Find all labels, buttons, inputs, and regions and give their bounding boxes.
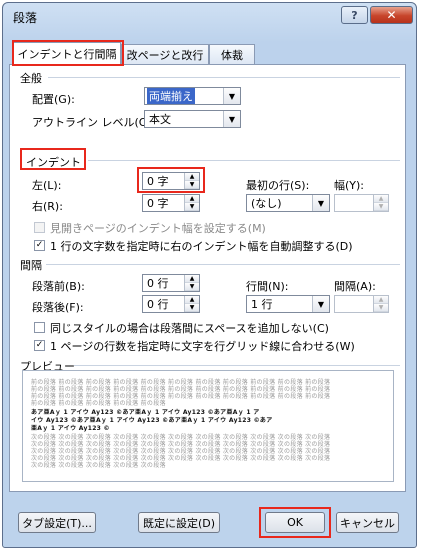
tab-settings-button[interactable]: タブ設定(T)...: [18, 512, 96, 533]
left-indent-spinner[interactable]: ▲ ▼: [184, 173, 199, 189]
spacing-at-spinner[interactable]: ▲ ▼: [373, 296, 388, 312]
mirror-indent-checkbox[interactable]: [34, 222, 45, 233]
preview-next-line: 次の段落 次の段落 次の段落 次の段落 次の段落: [31, 462, 166, 469]
spin-up-icon: ▲: [374, 195, 388, 203]
indent-heading: インデント: [26, 156, 81, 169]
left-indent-label: 左(L):: [32, 179, 62, 192]
spin-up-icon: ▲: [185, 296, 199, 304]
divider: [46, 264, 400, 265]
spacing-at-label: 間隔(A):: [334, 280, 376, 293]
preview-prev-line: 前の段落 前の段落 前の段落 前の段落 前の段落: [31, 400, 166, 407]
left-indent-input[interactable]: 0 字 ▲ ▼: [142, 172, 200, 190]
chevron-down-icon: ▼: [223, 111, 240, 127]
preview-sample-line: あア亜Aｙ 1 アイウ Ay123 ©あア亜Aｙ 1 アイウ Ay123 ©あア…: [31, 409, 260, 416]
space-before-input[interactable]: 0 行 ▲ ▼: [142, 274, 200, 292]
spin-down-icon: ▼: [185, 181, 199, 189]
width-input[interactable]: ▲ ▼: [334, 194, 389, 212]
preview-next-line: 次の段落 次の段落 次の段落 次の段落 次の段落 次の段落 次の段落 次の段落 …: [31, 434, 331, 441]
right-indent-spinner[interactable]: ▲ ▼: [184, 195, 199, 211]
spacing-heading: 間隔: [20, 259, 42, 272]
spin-up-icon: ▲: [185, 173, 199, 181]
window-title: 段落: [13, 11, 38, 25]
auto-adjust-label: 1 行の文字数を指定時に右のインデント幅を自動調整する(D): [50, 240, 353, 253]
chevron-down-icon: ▼: [312, 296, 329, 312]
space-before-value: 0 行: [147, 277, 169, 290]
ok-button[interactable]: OK: [265, 512, 325, 533]
cancel-button[interactable]: キャンセル: [336, 512, 399, 533]
help-icon: ?: [351, 8, 358, 22]
chevron-down-icon: ▼: [312, 195, 329, 211]
general-heading: 全般: [20, 72, 42, 85]
space-after-spinner[interactable]: ▲ ▼: [184, 296, 199, 312]
spin-down-icon: ▼: [185, 283, 199, 291]
width-spinner[interactable]: ▲ ▼: [373, 195, 388, 211]
space-before-spinner[interactable]: ▲ ▼: [184, 275, 199, 291]
preview-next-line: 次の段落 次の段落 次の段落 次の段落 次の段落 次の段落 次の段落 次の段落 …: [31, 441, 331, 448]
space-before-label: 段落前(B):: [32, 280, 85, 293]
close-button[interactable]: ✕: [370, 6, 413, 24]
space-after-input[interactable]: 0 行 ▲ ▼: [142, 295, 200, 313]
help-button[interactable]: ?: [341, 6, 368, 24]
snap-to-grid-checkbox[interactable]: ✓: [34, 340, 45, 351]
outline-level-value: 本文: [149, 113, 171, 126]
auto-adjust-checkbox[interactable]: ✓: [34, 240, 45, 251]
preview-prev-line: 前の段落 前の段落 前の段落 前の段落 前の段落 前の段落 前の段落 前の段落 …: [31, 393, 331, 400]
tab-label: 改ページと改行: [126, 48, 204, 62]
no-space-same-style-checkbox[interactable]: [34, 322, 45, 333]
alignment-value: 両端揃え: [147, 88, 195, 104]
preview-sample-line: イウ Ay123 ©あア亜Aｙ 1 アイウ Ay123 ©あア亜Aｙ 1 アイウ…: [31, 417, 273, 424]
spin-up-icon: ▲: [185, 275, 199, 283]
right-indent-input[interactable]: 0 字 ▲ ▼: [142, 194, 200, 212]
line-spacing-select[interactable]: 1 行 ▼: [246, 295, 330, 313]
spin-down-icon: ▼: [374, 304, 388, 312]
preview-sample-line: 亜Aｙ 1 アイウ Ay123 ©: [31, 425, 110, 432]
preview-box: 前の段落 前の段落 前の段落 前の段落 前の段落 前の段落 前の段落 前の段落 …: [22, 370, 394, 482]
preview-prev-line: 前の段落 前の段落 前の段落 前の段落 前の段落 前の段落 前の段落 前の段落 …: [31, 386, 331, 393]
divider: [48, 77, 400, 78]
right-indent-value: 0 字: [147, 197, 169, 210]
spacing-at-input[interactable]: ▲ ▼: [334, 295, 389, 313]
tab-label: インデントと行間隔: [17, 48, 117, 61]
tab-indent-spacing[interactable]: インデントと行間隔: [13, 42, 121, 65]
outline-level-select[interactable]: 本文 ▼: [144, 110, 241, 128]
line-spacing-value: 1 行: [251, 298, 273, 311]
first-line-select[interactable]: (なし) ▼: [246, 194, 330, 212]
space-after-label: 段落後(F):: [32, 301, 84, 314]
first-line-label: 最初の行(S):: [246, 179, 310, 192]
right-indent-label: 右(R):: [32, 200, 63, 213]
width-label: 幅(Y):: [334, 179, 365, 192]
preview-next-line: 次の段落 次の段落 次の段落 次の段落 次の段落 次の段落 次の段落 次の段落 …: [31, 448, 331, 455]
spin-down-icon: ▼: [185, 304, 199, 312]
spin-down-icon: ▼: [374, 203, 388, 211]
preview-prev-line: 前の段落 前の段落 前の段落 前の段落 前の段落 前の段落 前の段落 前の段落 …: [31, 379, 331, 386]
preview-next-line: 次の段落 次の段落 次の段落 次の段落 次の段落 次の段落 次の段落 次の段落 …: [31, 455, 331, 462]
divider: [74, 365, 400, 366]
close-icon: ✕: [386, 8, 397, 22]
space-after-value: 0 行: [147, 298, 169, 311]
alignment-select[interactable]: 両端揃え ▼: [144, 87, 241, 105]
line-spacing-label: 行間(N):: [246, 280, 289, 293]
spin-down-icon: ▼: [185, 203, 199, 211]
first-line-value: (なし): [251, 197, 282, 210]
tab-typography[interactable]: 体裁: [209, 44, 255, 64]
spin-up-icon: ▲: [185, 195, 199, 203]
set-default-button[interactable]: 既定に設定(D): [138, 512, 220, 533]
divider: [88, 160, 400, 161]
tab-page-breaks[interactable]: 改ページと改行: [121, 44, 209, 64]
no-space-same-style-label: 同じスタイルの場合は段落間にスペースを追加しない(C): [50, 322, 329, 335]
snap-to-grid-label: 1 ページの行数を指定時に文字を行グリッド線に合わせる(W): [50, 340, 355, 353]
left-indent-value: 0 字: [147, 175, 169, 188]
tab-label: 体裁: [221, 48, 243, 62]
alignment-label: 配置(G):: [32, 93, 75, 106]
chevron-down-icon: ▼: [223, 88, 240, 104]
mirror-indent-label: 見開きページのインデント幅を設定する(M): [50, 222, 266, 235]
spin-up-icon: ▲: [374, 296, 388, 304]
outline-level-label: アウトライン レベル(O):: [32, 116, 156, 129]
